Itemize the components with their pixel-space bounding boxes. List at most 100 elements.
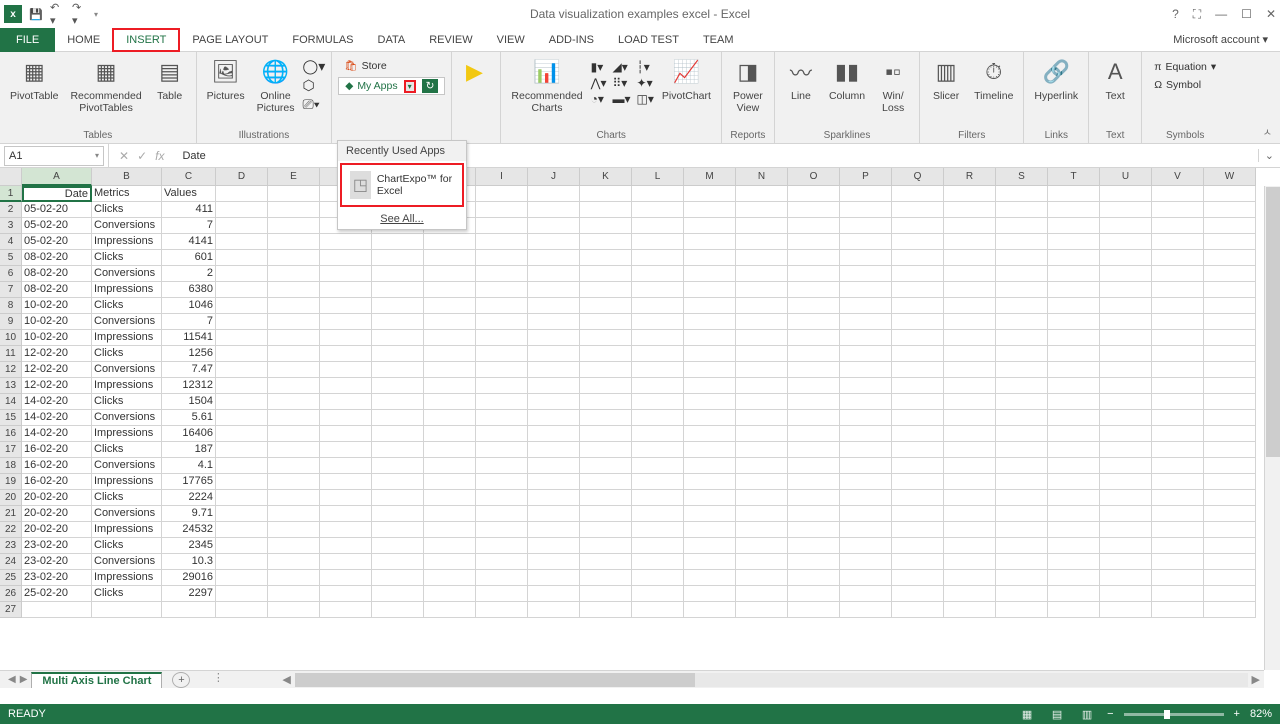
cell[interactable]: [424, 490, 476, 506]
cell[interactable]: [528, 202, 580, 218]
cell[interactable]: [1152, 522, 1204, 538]
cell[interactable]: Values: [162, 186, 216, 202]
cell[interactable]: [788, 490, 840, 506]
cell[interactable]: [736, 250, 788, 266]
cell[interactable]: [944, 410, 996, 426]
cell[interactable]: [788, 522, 840, 538]
page-break-view-icon[interactable]: ▥: [1077, 706, 1097, 722]
combo-chart-icon[interactable]: ◫▾: [637, 92, 654, 106]
cell[interactable]: [840, 298, 892, 314]
cell[interactable]: [632, 410, 684, 426]
cell[interactable]: [840, 490, 892, 506]
text-button[interactable]: AText: [1095, 54, 1135, 104]
cell[interactable]: [1152, 474, 1204, 490]
cell[interactable]: [736, 378, 788, 394]
cell[interactable]: [1152, 426, 1204, 442]
cell[interactable]: [684, 394, 736, 410]
cell[interactable]: [528, 362, 580, 378]
cell[interactable]: [372, 266, 424, 282]
cell[interactable]: [892, 474, 944, 490]
cell[interactable]: [1048, 570, 1100, 586]
cell[interactable]: [372, 378, 424, 394]
cell[interactable]: [996, 250, 1048, 266]
cell[interactable]: [320, 410, 372, 426]
cell[interactable]: [268, 394, 320, 410]
cell[interactable]: [216, 234, 268, 250]
cell[interactable]: [736, 538, 788, 554]
column-header[interactable]: S: [996, 168, 1048, 186]
cell[interactable]: [372, 298, 424, 314]
cell[interactable]: [1152, 218, 1204, 234]
cell[interactable]: [476, 474, 528, 490]
cell[interactable]: [1048, 586, 1100, 602]
cell[interactable]: [372, 426, 424, 442]
cell[interactable]: [736, 570, 788, 586]
cell[interactable]: 2345: [162, 538, 216, 554]
cell[interactable]: [840, 442, 892, 458]
smartart-icon[interactable]: ⬡: [303, 77, 326, 94]
cell[interactable]: [372, 602, 424, 618]
screenshot-icon[interactable]: ⎚▾: [303, 96, 326, 113]
cell[interactable]: [268, 586, 320, 602]
cell[interactable]: [944, 458, 996, 474]
cell[interactable]: [996, 570, 1048, 586]
cell[interactable]: [92, 602, 162, 618]
cell[interactable]: [528, 474, 580, 490]
cell[interactable]: [268, 506, 320, 522]
cell[interactable]: [320, 506, 372, 522]
cell[interactable]: [528, 490, 580, 506]
cell[interactable]: [268, 474, 320, 490]
cell[interactable]: [268, 426, 320, 442]
cell[interactable]: [216, 554, 268, 570]
cell[interactable]: [372, 346, 424, 362]
column-header[interactable]: D: [216, 168, 268, 186]
cell[interactable]: [684, 234, 736, 250]
collapse-ribbon-icon[interactable]: ㅅ: [1263, 124, 1272, 139]
cell[interactable]: [320, 490, 372, 506]
cell[interactable]: [580, 570, 632, 586]
cell[interactable]: [1048, 490, 1100, 506]
row-header[interactable]: 12: [0, 362, 22, 378]
cell[interactable]: [840, 250, 892, 266]
cell[interactable]: [1204, 218, 1256, 234]
vertical-scrollbar[interactable]: [1264, 186, 1280, 670]
cell[interactable]: [632, 506, 684, 522]
cell[interactable]: [476, 314, 528, 330]
zoom-slider[interactable]: [1124, 713, 1224, 716]
cell[interactable]: [788, 378, 840, 394]
cell[interactable]: Impressions: [92, 330, 162, 346]
cell[interactable]: Impressions: [92, 234, 162, 250]
cell[interactable]: [580, 458, 632, 474]
cell[interactable]: [1048, 442, 1100, 458]
column-header[interactable]: O: [788, 168, 840, 186]
cell[interactable]: [528, 586, 580, 602]
cell[interactable]: [1204, 314, 1256, 330]
cell[interactable]: [580, 362, 632, 378]
cell[interactable]: [736, 202, 788, 218]
cell[interactable]: [736, 362, 788, 378]
cell[interactable]: [892, 442, 944, 458]
cell[interactable]: [320, 266, 372, 282]
cell[interactable]: [216, 362, 268, 378]
row-header[interactable]: 19: [0, 474, 22, 490]
cell[interactable]: [632, 330, 684, 346]
cell[interactable]: [320, 602, 372, 618]
cell[interactable]: [996, 330, 1048, 346]
cell[interactable]: 7: [162, 218, 216, 234]
cell[interactable]: [268, 362, 320, 378]
cell[interactable]: [840, 218, 892, 234]
column-header[interactable]: B: [92, 168, 162, 186]
cell[interactable]: [944, 426, 996, 442]
cell[interactable]: 23-02-20: [22, 538, 92, 554]
column-header[interactable]: M: [684, 168, 736, 186]
cell[interactable]: [216, 474, 268, 490]
radar-chart-icon[interactable]: ✦▾: [637, 76, 654, 90]
cell[interactable]: [424, 250, 476, 266]
cell[interactable]: [736, 426, 788, 442]
cell[interactable]: [580, 410, 632, 426]
cell[interactable]: [892, 362, 944, 378]
cell[interactable]: 12-02-20: [22, 346, 92, 362]
maximize-icon[interactable]: ☐: [1241, 7, 1252, 21]
cell[interactable]: [684, 250, 736, 266]
cell[interactable]: [788, 346, 840, 362]
